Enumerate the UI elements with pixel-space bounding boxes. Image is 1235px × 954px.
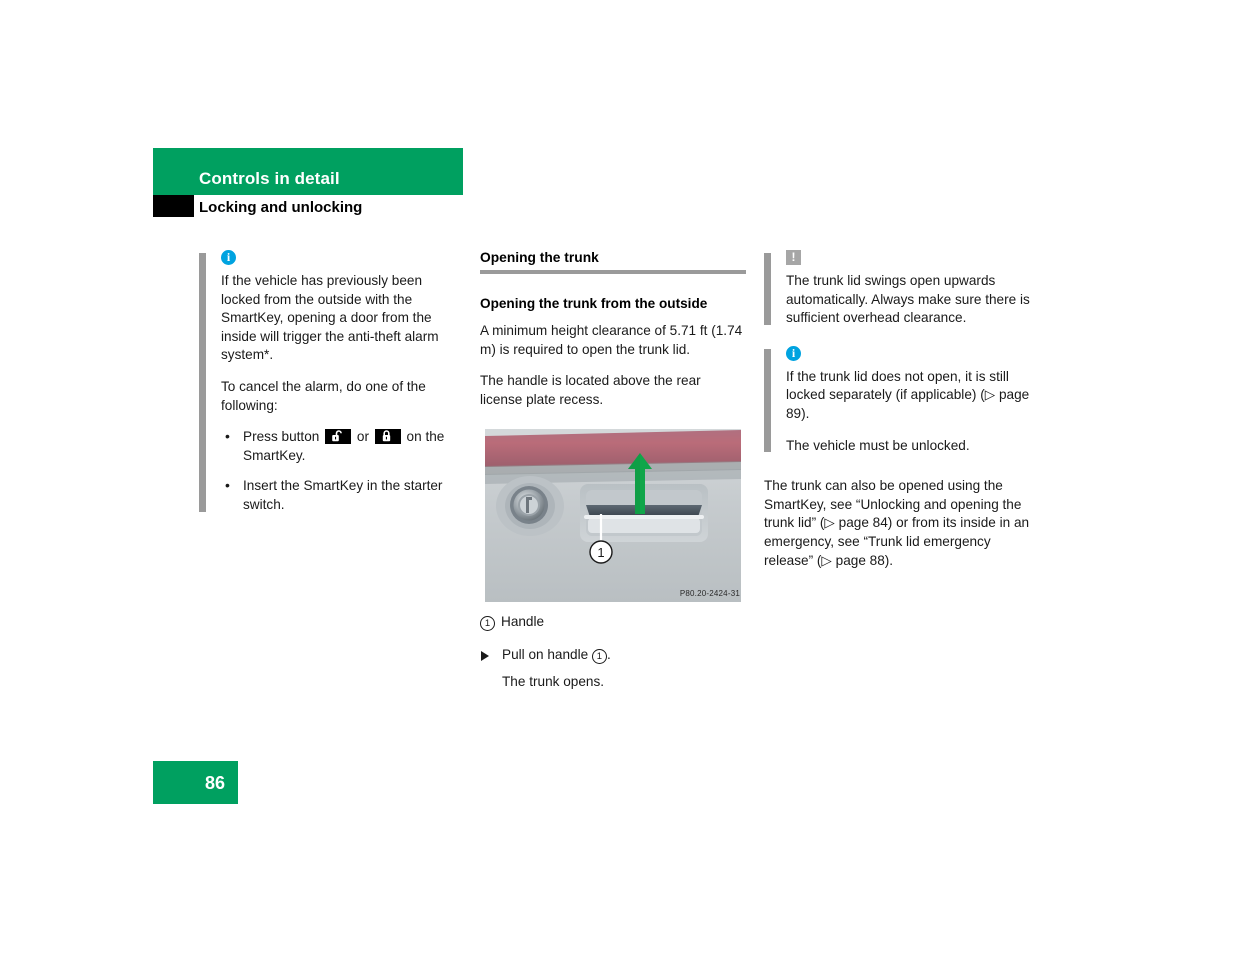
right-column-paragraph: The trunk can also be opened using the S… bbox=[764, 478, 1030, 568]
page-number-badge: 86 bbox=[153, 761, 238, 804]
lock-key-button-icon bbox=[374, 429, 401, 445]
chapter-header-banner: Controls in detail bbox=[153, 148, 463, 195]
left-column: If the vehicle has previously been locke… bbox=[199, 249, 464, 533]
triangle-bullet-icon bbox=[481, 650, 489, 661]
callout-number: 1 bbox=[480, 616, 495, 632]
list-item: Press button or on the Sma bbox=[221, 427, 464, 465]
step-text-after: . bbox=[606, 646, 611, 662]
section-title: Locking and unlocking bbox=[199, 199, 363, 216]
info-note-paragraph-1: If the vehicle has previously been locke… bbox=[221, 273, 439, 363]
note-rail bbox=[764, 348, 771, 453]
info-note-block: If the trunk lid does not open, it is st… bbox=[764, 345, 1030, 455]
warning-icon bbox=[786, 249, 801, 265]
list-item: Insert the SmartKey in the starter switc… bbox=[221, 476, 464, 514]
bullet-text-middle: or bbox=[356, 429, 369, 445]
heading-rule bbox=[480, 270, 746, 274]
step-result-text: The trunk opens. bbox=[502, 673, 605, 689]
figure-legend: 1 Handle bbox=[480, 613, 746, 632]
info-note-paragraph-2: To cancel the alarm, do one of the follo… bbox=[221, 378, 426, 413]
section-marker-square bbox=[153, 195, 194, 217]
chapter-title: Controls in detail bbox=[199, 169, 340, 188]
warning-note-text: The trunk lid swings open upwards automa… bbox=[786, 273, 1030, 326]
note-rail bbox=[764, 253, 771, 325]
info-note-block: If the vehicle has previously been locke… bbox=[199, 249, 464, 515]
svg-text:1: 1 bbox=[597, 545, 604, 560]
step-text-before: Pull on handle bbox=[502, 646, 589, 662]
note-rail bbox=[199, 253, 206, 512]
middle-paragraph-2: The handle is located above the rear lic… bbox=[480, 373, 701, 407]
page-number: 86 bbox=[204, 773, 225, 793]
instruction-step: Pull on handle 1. bbox=[480, 646, 746, 665]
info-note-paragraph-1: If the trunk lid does not open, it is st… bbox=[786, 368, 1030, 421]
info-note-paragraph-2: The vehicle must be unlocked. bbox=[786, 437, 970, 453]
figure-code: P80.20-2424-31 bbox=[679, 589, 740, 599]
info-icon bbox=[786, 345, 801, 361]
callout-number: 1 bbox=[591, 648, 607, 664]
warning-note-block: The trunk lid swings open upwards automa… bbox=[764, 249, 1030, 328]
middle-paragraph-1: A minimum height clearance of 5.71 ft (1… bbox=[480, 323, 743, 357]
unlock-key-button-icon bbox=[325, 429, 352, 445]
page-title: Opening the trunk bbox=[480, 250, 599, 265]
legend-label: Handle bbox=[501, 614, 545, 630]
right-column: The trunk lid swings open upwards automa… bbox=[764, 249, 1030, 570]
trunk-handle-figure: 1 P80.20-2424-31 bbox=[480, 422, 746, 603]
cancel-alarm-bullet-list: Press button or on the Sma bbox=[221, 427, 464, 514]
middle-column: Opening the trunk Opening the trunk from… bbox=[480, 250, 746, 691]
bullet-text-before: Press button bbox=[243, 429, 320, 445]
subsection-title: Opening the trunk from the outside bbox=[480, 296, 708, 311]
info-icon bbox=[221, 249, 236, 265]
